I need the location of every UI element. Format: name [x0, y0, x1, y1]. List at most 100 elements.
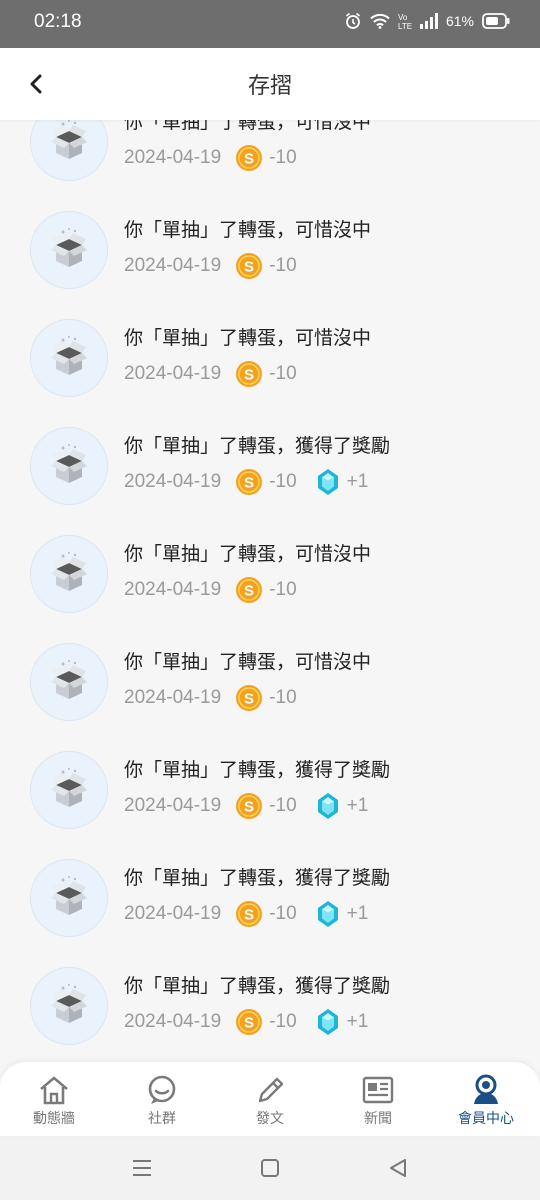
signal-icon — [419, 13, 438, 29]
svg-text:S: S — [244, 583, 254, 600]
record-gem-amount: +1 — [346, 795, 369, 816]
back-nav-button[interactable] — [384, 1154, 412, 1182]
app-header: 存摺 — [0, 48, 540, 120]
record-meta: 2024-04-19 S -10 — [124, 143, 297, 173]
wifi-icon — [370, 13, 390, 29]
tab-label: 新聞 — [364, 1111, 392, 1127]
coin-icon: S — [236, 1009, 263, 1035]
record-avatar — [30, 427, 108, 505]
record-item: 你「單抽」了轉蛋，可惜沒中 2024-04-19 S -10 — [0, 183, 540, 291]
record-title: 你「單抽」了轉蛋，可惜沒中 — [124, 120, 372, 133]
record-date: 2024-04-19 — [124, 687, 222, 708]
record-coin-amount: -10 — [269, 579, 297, 600]
coin-icon: S — [236, 577, 263, 603]
svg-text:S: S — [244, 691, 254, 708]
tab-member[interactable]: 會員中心 — [432, 1062, 540, 1136]
tab-label: 會員中心 — [458, 1111, 514, 1127]
tab-label: 動態牆 — [33, 1111, 75, 1127]
home-button[interactable] — [256, 1154, 284, 1182]
record-title: 你「單抽」了轉蛋，可惜沒中 — [124, 219, 372, 241]
gift-box-icon — [51, 660, 87, 699]
gem-icon — [317, 901, 338, 927]
svg-text:S: S — [244, 907, 254, 924]
page-title: 存摺 — [247, 74, 292, 99]
coin-icon: S — [236, 901, 263, 927]
battery-icon — [482, 13, 510, 29]
chat-bubble-icon — [148, 1075, 176, 1104]
volte-icon: Vo LTE — [398, 12, 412, 30]
record-item: 你「單抽」了轉蛋，獲得了獎勵 2024-04-19 S -10 +1 — [0, 831, 540, 939]
record-item: 你「單抽」了轉蛋，獲得了獎勵 2024-04-19 S -10 +1 — [0, 399, 540, 507]
gem-icon — [317, 1009, 338, 1035]
recent-apps-button[interactable] — [128, 1154, 156, 1182]
record-avatar — [30, 751, 108, 829]
triangle-back-icon — [390, 1159, 406, 1177]
record-coin-amount: -10 — [269, 147, 297, 168]
coin-icon: S — [236, 469, 263, 495]
record-meta: 2024-04-19 S -10 — [124, 359, 297, 389]
svg-text:S: S — [244, 259, 254, 276]
alarm-icon — [344, 12, 362, 30]
record-title: 你「單抽」了轉蛋，可惜沒中 — [124, 543, 372, 565]
record-item: 你「單抽」了轉蛋，可惜沒中 2024-04-19 S -10 — [0, 615, 540, 723]
gift-box-icon — [51, 228, 87, 267]
menu-lines-icon — [133, 1160, 151, 1176]
svg-text:S: S — [244, 367, 254, 384]
record-item: 你「單抽」了轉蛋，獲得了獎勵 2024-04-19 S -10 +1 — [0, 939, 540, 1047]
record-avatar — [30, 319, 108, 397]
svg-text:S: S — [244, 151, 254, 168]
record-item: 你「單抽」了轉蛋，可惜沒中 2024-04-19 S -10 — [0, 291, 540, 399]
record-title: 你「單抽」了轉蛋，可惜沒中 — [124, 327, 372, 349]
record-meta: 2024-04-19 S -10 — [124, 575, 297, 605]
record-date: 2024-04-19 — [124, 1011, 222, 1032]
record-title: 你「單抽」了轉蛋，獲得了獎勵 — [124, 759, 391, 781]
record-coin-amount: -10 — [269, 795, 297, 816]
status-icons: Vo LTE 61% — [344, 12, 510, 30]
home-icon — [40, 1076, 68, 1105]
record-item: 你「單抽」了轉蛋，獲得了獎勵 2024-04-19 S -10 +1 — [0, 723, 540, 831]
gift-box-icon — [51, 984, 87, 1023]
gift-box-icon — [51, 768, 87, 807]
record-avatar — [30, 120, 108, 181]
system-nav-bar — [0, 1136, 540, 1200]
svg-text:S: S — [244, 799, 254, 816]
member-icon — [474, 1074, 498, 1104]
gift-box-icon — [51, 336, 87, 375]
status-time: 02:18 — [34, 11, 82, 32]
battery-percent: 61% — [445, 13, 474, 29]
gem-icon — [317, 793, 338, 819]
records-list[interactable]: 你「單抽」了轉蛋，可惜沒中 2024-04-19 S -10 你「單抽」了轉蛋，可惜沒中… — [0, 120, 540, 1062]
record-date: 2024-04-19 — [124, 795, 222, 816]
tab-home[interactable]: 動態牆 — [0, 1062, 108, 1136]
status-bar: 02:18 Vo LTE 61% — [0, 0, 540, 48]
square-icon — [261, 1159, 279, 1177]
record-avatar — [30, 859, 108, 937]
coin-icon: S — [236, 685, 263, 711]
record-coin-amount: -10 — [269, 471, 297, 492]
record-title: 你「單抽」了轉蛋，獲得了獎勵 — [124, 435, 391, 457]
record-avatar — [30, 643, 108, 721]
gift-box-icon — [51, 552, 87, 591]
bottom-tab-bar: 動態牆 社群 發文 新聞 會員中心 — [0, 1062, 540, 1136]
tab-news[interactable]: 新聞 — [324, 1062, 432, 1136]
tab-chat-bubble[interactable]: 社群 — [108, 1062, 216, 1136]
record-coin-amount: -10 — [269, 363, 297, 384]
record-date: 2024-04-19 — [124, 363, 222, 384]
coin-icon: S — [236, 361, 263, 387]
tab-pencil[interactable]: 發文 — [216, 1062, 324, 1136]
svg-text:S: S — [244, 1015, 254, 1032]
record-date: 2024-04-19 — [124, 147, 222, 168]
records-list-inner: 你「單抽」了轉蛋，可惜沒中 2024-04-19 S -10 你「單抽」了轉蛋，可惜沒中… — [0, 120, 540, 1047]
record-date: 2024-04-19 — [124, 579, 222, 600]
news-icon — [362, 1076, 394, 1104]
tab-label: 社群 — [148, 1111, 176, 1127]
coin-icon: S — [236, 145, 263, 171]
gift-box-icon — [51, 876, 87, 915]
svg-text:S: S — [244, 475, 254, 492]
record-date: 2024-04-19 — [124, 255, 222, 276]
record-gem-amount: +1 — [346, 471, 369, 492]
record-gem-amount: +1 — [346, 903, 369, 924]
record-title: 你「單抽」了轉蛋，可惜沒中 — [124, 651, 372, 673]
record-meta: 2024-04-19 S -10 +1 — [124, 467, 368, 497]
record-meta: 2024-04-19 S -10 +1 — [124, 1007, 368, 1037]
